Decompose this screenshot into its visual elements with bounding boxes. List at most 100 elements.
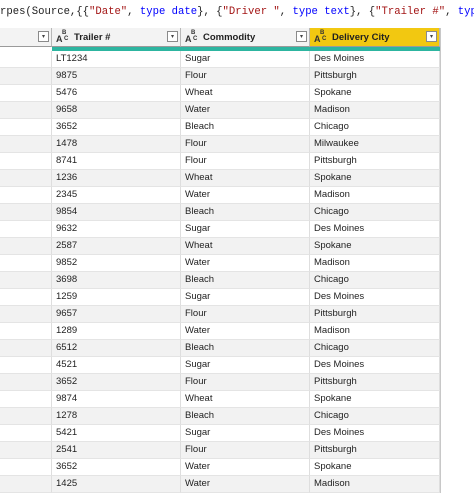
text-type-icon[interactable]: ABC	[185, 30, 199, 44]
delivery-city-cell[interactable]: Spokane	[310, 85, 440, 102]
trailer-cell[interactable]: 9658	[52, 102, 181, 119]
column-header-commodity[interactable]: ABC Commodity ▾	[181, 28, 310, 47]
delivery-city-cell[interactable]: Chicago	[310, 340, 440, 357]
row-index-cell[interactable]	[0, 85, 52, 102]
table-row[interactable]: 9852 Water Madison	[0, 255, 440, 272]
filter-dropdown-icon[interactable]: ▾	[38, 31, 49, 42]
row-index-cell[interactable]	[0, 238, 52, 255]
table-row[interactable]: 4521 Sugar Des Moines	[0, 357, 440, 374]
row-index-cell[interactable]	[0, 476, 52, 493]
commodity-cell[interactable]: Water	[181, 255, 310, 272]
table-row[interactable]: 6512 Bleach Chicago	[0, 340, 440, 357]
trailer-cell[interactable]: 9852	[52, 255, 181, 272]
delivery-city-cell[interactable]: Chicago	[310, 408, 440, 425]
row-index-cell[interactable]	[0, 340, 52, 357]
commodity-cell[interactable]: Sugar	[181, 221, 310, 238]
row-index-cell[interactable]	[0, 119, 52, 136]
trailer-cell[interactable]: 3652	[52, 374, 181, 391]
commodity-cell[interactable]: Water	[181, 102, 310, 119]
formula-bar[interactable]: rpes(Source,{{"Date", type date}, {"Driv…	[0, 0, 474, 25]
column-header-index[interactable]: ▾	[0, 28, 52, 47]
row-index-cell[interactable]	[0, 425, 52, 442]
delivery-city-cell[interactable]: Madison	[310, 323, 440, 340]
row-index-cell[interactable]	[0, 221, 52, 238]
table-row[interactable]: 3652 Water Spokane	[0, 459, 440, 476]
commodity-cell[interactable]: Wheat	[181, 170, 310, 187]
filter-dropdown-icon[interactable]: ▾	[296, 31, 307, 42]
trailer-cell[interactable]: 9854	[52, 204, 181, 221]
delivery-city-cell[interactable]: Madison	[310, 102, 440, 119]
commodity-cell[interactable]: Bleach	[181, 340, 310, 357]
delivery-city-cell[interactable]: Chicago	[310, 272, 440, 289]
delivery-city-cell[interactable]: Madison	[310, 476, 440, 493]
table-row[interactable]: 2587 Wheat Spokane	[0, 238, 440, 255]
table-row[interactable]: 1478 Flour Milwaukee	[0, 136, 440, 153]
delivery-city-cell[interactable]: Madison	[310, 187, 440, 204]
trailer-cell[interactable]: 1289	[52, 323, 181, 340]
trailer-cell[interactable]: 1478	[52, 136, 181, 153]
row-index-cell[interactable]	[0, 323, 52, 340]
trailer-cell[interactable]: 9874	[52, 391, 181, 408]
table-row[interactable]: 3652 Flour Pittsburgh	[0, 374, 440, 391]
delivery-city-cell[interactable]: Des Moines	[310, 425, 440, 442]
table-row[interactable]: 5421 Sugar Des Moines	[0, 425, 440, 442]
table-row[interactable]: 1236 Wheat Spokane	[0, 170, 440, 187]
trailer-cell[interactable]: 1425	[52, 476, 181, 493]
commodity-cell[interactable]: Bleach	[181, 204, 310, 221]
commodity-cell[interactable]: Wheat	[181, 85, 310, 102]
row-index-cell[interactable]	[0, 289, 52, 306]
trailer-cell[interactable]: 9632	[52, 221, 181, 238]
table-row[interactable]: 1425 Water Madison	[0, 476, 440, 493]
commodity-cell[interactable]: Flour	[181, 374, 310, 391]
text-type-icon[interactable]: ABC	[314, 30, 328, 44]
commodity-cell[interactable]: Flour	[181, 442, 310, 459]
delivery-city-cell[interactable]: Des Moines	[310, 51, 440, 68]
delivery-city-cell[interactable]: Pittsburgh	[310, 374, 440, 391]
table-row[interactable]: 9875 Flour Pittsburgh	[0, 68, 440, 85]
table-row[interactable]: 9874 Wheat Spokane	[0, 391, 440, 408]
trailer-cell[interactable]: 9875	[52, 68, 181, 85]
commodity-cell[interactable]: Flour	[181, 136, 310, 153]
trailer-cell[interactable]: 1278	[52, 408, 181, 425]
trailer-cell[interactable]: 3698	[52, 272, 181, 289]
delivery-city-cell[interactable]: Pittsburgh	[310, 68, 440, 85]
row-index-cell[interactable]	[0, 204, 52, 221]
commodity-cell[interactable]: Sugar	[181, 425, 310, 442]
filter-dropdown-icon[interactable]: ▾	[426, 31, 437, 42]
commodity-cell[interactable]: Flour	[181, 153, 310, 170]
filter-dropdown-icon[interactable]: ▾	[167, 31, 178, 42]
delivery-city-cell[interactable]: Spokane	[310, 170, 440, 187]
commodity-cell[interactable]: Sugar	[181, 51, 310, 68]
row-index-cell[interactable]	[0, 102, 52, 119]
row-index-cell[interactable]	[0, 51, 52, 68]
row-index-cell[interactable]	[0, 187, 52, 204]
delivery-city-cell[interactable]: Pittsburgh	[310, 442, 440, 459]
row-index-cell[interactable]	[0, 255, 52, 272]
table-row[interactable]: 9658 Water Madison	[0, 102, 440, 119]
table-row[interactable]: 5476 Wheat Spokane	[0, 85, 440, 102]
commodity-cell[interactable]: Wheat	[181, 238, 310, 255]
column-header-delivery-city[interactable]: ABC Delivery City ▾	[310, 28, 440, 47]
trailer-cell[interactable]: 8741	[52, 153, 181, 170]
row-index-cell[interactable]	[0, 357, 52, 374]
table-row[interactable]: 1259 Sugar Des Moines	[0, 289, 440, 306]
trailer-cell[interactable]: 5476	[52, 85, 181, 102]
table-row[interactable]: 9854 Bleach Chicago	[0, 204, 440, 221]
trailer-cell[interactable]: 6512	[52, 340, 181, 357]
trailer-cell[interactable]: 2587	[52, 238, 181, 255]
delivery-city-cell[interactable]: Des Moines	[310, 289, 440, 306]
commodity-cell[interactable]: Bleach	[181, 119, 310, 136]
table-row[interactable]: 3652 Bleach Chicago	[0, 119, 440, 136]
table-row[interactable]: 3698 Bleach Chicago	[0, 272, 440, 289]
delivery-city-cell[interactable]: Des Moines	[310, 221, 440, 238]
trailer-cell[interactable]: 1236	[52, 170, 181, 187]
commodity-cell[interactable]: Water	[181, 476, 310, 493]
row-index-cell[interactable]	[0, 306, 52, 323]
trailer-cell[interactable]: 2541	[52, 442, 181, 459]
trailer-cell[interactable]: LT1234	[52, 51, 181, 68]
commodity-cell[interactable]: Sugar	[181, 357, 310, 374]
commodity-cell[interactable]: Bleach	[181, 408, 310, 425]
delivery-city-cell[interactable]: Spokane	[310, 391, 440, 408]
table-row[interactable]: 9632 Sugar Des Moines	[0, 221, 440, 238]
row-index-cell[interactable]	[0, 272, 52, 289]
